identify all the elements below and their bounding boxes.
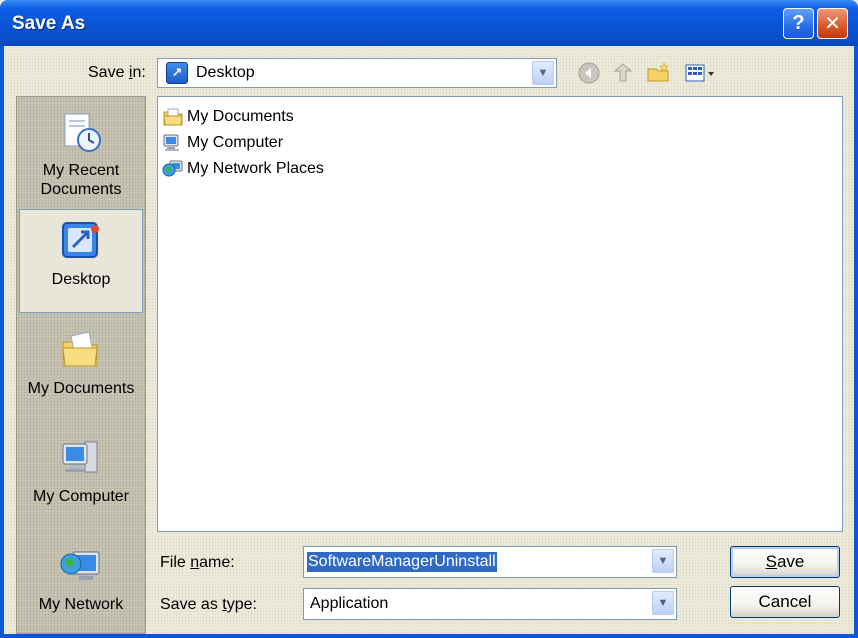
place-label: My Computer <box>32 488 130 505</box>
place-label: Desktop <box>51 271 111 288</box>
desktop-icon <box>58 218 104 264</box>
place-label: My Documents <box>27 380 135 397</box>
cancel-button[interactable]: Cancel <box>730 586 840 618</box>
file-name: My Documents <box>187 108 294 125</box>
file-name-label: File name: <box>160 554 235 571</box>
place-recent-documents[interactable]: My Recent Documents <box>19 101 143 205</box>
desktop-small-icon: ↗ <box>166 62 188 84</box>
file-list[interactable]: My Documents My Computer My Network Plac… <box>157 96 843 532</box>
computer-icon <box>162 132 184 154</box>
file-name-value: SoftwareManagerUninstall <box>307 552 497 572</box>
my-network-icon <box>58 543 104 589</box>
save-in-combobox[interactable]: ↗ Desktop ▼ <box>157 58 557 88</box>
close-button[interactable]: ✕ <box>817 8 848 39</box>
views-menu-icon[interactable] <box>684 60 718 86</box>
chevron-down-icon[interactable]: ▼ <box>532 61 554 85</box>
places-bar: My Recent Documents Desktop My Documents… <box>16 96 146 634</box>
save-in-value: Desktop <box>196 64 255 81</box>
list-item[interactable]: My Documents <box>162 105 294 129</box>
save-in-label: Save in: <box>88 64 146 81</box>
list-item[interactable]: My Computer <box>162 131 283 155</box>
new-folder-icon[interactable] <box>646 60 672 86</box>
place-my-computer[interactable]: My Computer <box>19 427 143 531</box>
save-as-type-label: Save as type: <box>160 596 257 613</box>
place-my-network[interactable]: My Network <box>19 535 143 638</box>
save-button[interactable]: Save <box>730 546 840 578</box>
place-label: My Network <box>38 596 124 613</box>
chevron-down-icon[interactable]: ▼ <box>652 591 674 615</box>
dialog-body: Save in: ↗ Desktop ▼ My Recent Documents <box>4 46 854 634</box>
title-bar[interactable]: Save As ? ✕ <box>0 0 858 46</box>
file-name: My Computer <box>187 134 284 151</box>
help-button[interactable]: ? <box>783 8 814 39</box>
save-as-type-value: Application <box>310 595 389 612</box>
my-documents-icon <box>58 327 104 373</box>
save-as-dialog: Save As ? ✕ Save in: ↗ Desktop ▼ My Rece… <box>0 0 858 638</box>
window-title: Save As <box>12 13 86 34</box>
place-desktop[interactable]: Desktop <box>19 209 143 313</box>
up-folder-icon[interactable] <box>610 60 636 86</box>
network-places-icon <box>162 158 184 180</box>
back-icon[interactable] <box>576 60 602 86</box>
recent-documents-icon <box>58 109 104 155</box>
my-computer-icon <box>58 435 104 481</box>
chevron-down-icon[interactable]: ▼ <box>652 549 674 573</box>
file-name: My Network Places <box>187 160 324 177</box>
file-name-input[interactable]: SoftwareManagerUninstall ▼ <box>303 546 677 578</box>
place-my-documents[interactable]: My Documents <box>19 319 143 423</box>
save-as-type-select[interactable]: Application ▼ <box>303 588 677 620</box>
list-item[interactable]: My Network Places <box>162 157 324 181</box>
place-label: My Recent Documents <box>40 162 122 198</box>
folder-documents-icon <box>162 106 184 128</box>
